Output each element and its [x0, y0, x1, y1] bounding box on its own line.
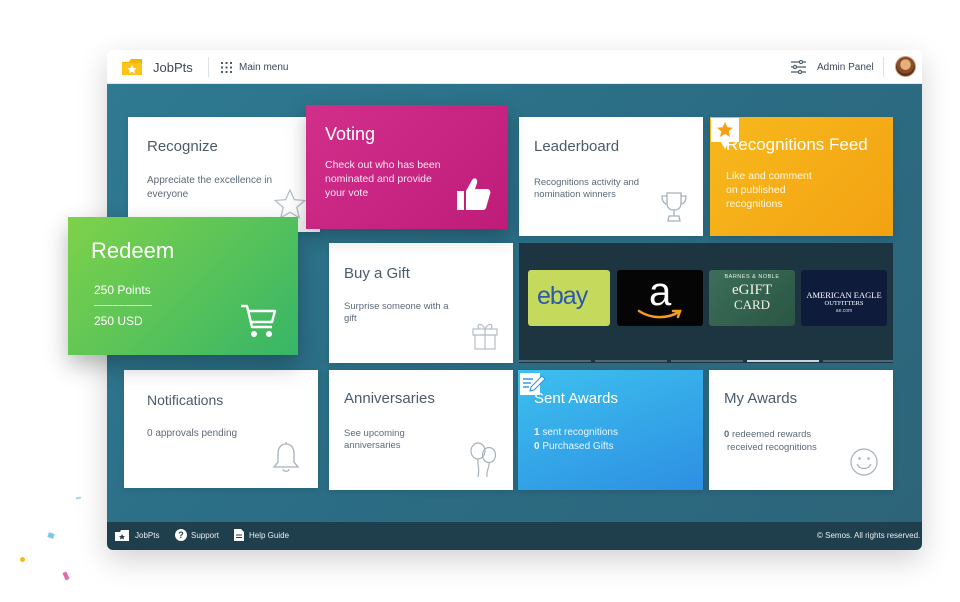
- divider: [883, 57, 884, 77]
- bell-icon: [272, 442, 300, 472]
- help-guide-link[interactable]: Help Guide: [249, 531, 289, 540]
- buy-gift-card[interactable]: Buy a Gift Surprise someone with a gift: [329, 243, 513, 363]
- card-title: Voting: [325, 124, 376, 144]
- my-awards-card[interactable]: My Awards 0 redeemed rewards received re…: [709, 370, 893, 490]
- barnes-noble-gift-card[interactable]: BARNES & NOBLE eGIFT CARD: [709, 270, 795, 326]
- ae-outfitters-text: OUTFITTERS: [824, 300, 864, 307]
- thumbs-up-icon: [457, 178, 491, 210]
- support-link[interactable]: Support: [191, 531, 219, 540]
- trophy-icon: [661, 192, 687, 222]
- received-recognitions-stat: received recognitions: [727, 442, 817, 453]
- bn-brand-text: BARNES & NOBLE: [724, 274, 780, 280]
- redeemed-count: 0: [724, 429, 730, 440]
- gift-icon: [472, 323, 498, 350]
- admin-panel-button[interactable]: Admin Panel: [817, 62, 874, 73]
- divider: [94, 305, 152, 306]
- card-title: Leaderboard: [534, 138, 620, 155]
- carousel-indicator[interactable]: [823, 360, 893, 362]
- confetti-piece: [47, 532, 55, 539]
- purchased-count: 0: [534, 441, 540, 452]
- notifications-card[interactable]: Notifications 0 approvals pending: [124, 370, 318, 488]
- card-description: Appreciate the excellence in everyone: [147, 175, 273, 200]
- voting-card[interactable]: Voting Check out who has been nominated …: [306, 105, 508, 229]
- avatar[interactable]: [895, 56, 916, 77]
- carousel-indicator[interactable]: [671, 360, 743, 362]
- card-description: Recognitions activity and nomination win…: [534, 177, 640, 200]
- card-description: Surprise someone with a gift: [344, 301, 449, 324]
- sent-recognitions-stat: 1 sent recognitions: [534, 427, 618, 438]
- carousel-indicator-active[interactable]: [747, 360, 819, 362]
- ebay-gift-card[interactable]: ebay: [528, 270, 610, 326]
- usd-balance: 250 USD: [94, 314, 143, 328]
- redeem-card[interactable]: Redeem 250 Points 250 USD: [68, 217, 298, 355]
- card-title: Recognize: [147, 138, 218, 155]
- ae-brand-text: AMERICAN EAGLE: [806, 290, 882, 300]
- leaderboard-card[interactable]: Leaderboard Recognitions activity and no…: [519, 117, 703, 236]
- help-circle-icon: ?: [175, 529, 187, 541]
- card-title: Notifications: [147, 392, 224, 408]
- card-description: Check out who has been nominated and pro…: [325, 159, 441, 199]
- cart-icon: [241, 304, 277, 337]
- grid-menu-icon[interactable]: [221, 62, 232, 73]
- recognize-card[interactable]: Recognize Appreciate the excellence in e…: [128, 117, 320, 232]
- svg-text:?: ?: [178, 530, 184, 540]
- smiley-icon: [850, 448, 878, 476]
- card-title: Anniversaries: [344, 390, 435, 407]
- card-description: Like and comment on published recognitio…: [726, 170, 812, 210]
- document-icon: [234, 529, 244, 541]
- card-title: Redeem: [91, 238, 175, 263]
- sent-label: sent recognitions: [542, 427, 618, 438]
- card-description: See upcoming anniversaries: [344, 428, 405, 451]
- redeemed-label: redeemed rewards: [731, 429, 812, 440]
- card-title: Recognitions Feed: [726, 135, 868, 154]
- sent-awards-card[interactable]: Sent Awards 1 sent recognitions 0 Purcha…: [518, 370, 703, 490]
- sent-count: 1: [534, 427, 540, 438]
- copyright-text: © Semos. All rights reserved.: [817, 531, 921, 540]
- amazon-gift-card[interactable]: a: [617, 270, 703, 326]
- recognitions-feed-card[interactable]: Recognitions Feed Like and comment on pu…: [710, 117, 893, 236]
- american-eagle-gift-card[interactable]: AMERICAN EAGLE OUTFITTERS ae.com: [801, 270, 887, 326]
- bn-card-text: CARD: [733, 297, 771, 312]
- top-bar: JobPts Main menu Admin Panel: [107, 50, 922, 84]
- gift-cards-carousel[interactable]: ebay a BARNES & NOBLE eGIFT CARD AMERICA…: [519, 243, 893, 363]
- anniversaries-card[interactable]: Anniversaries See upcoming anniversaries: [329, 370, 513, 490]
- divider: [208, 57, 209, 77]
- card-title: Sent Awards: [534, 390, 618, 407]
- points-balance: 250 Points: [94, 283, 151, 297]
- card-title: Buy a Gift: [344, 265, 410, 282]
- carousel-indicator[interactable]: [519, 360, 591, 362]
- confetti-piece: [75, 496, 82, 500]
- app-title[interactable]: JobPts: [153, 60, 193, 75]
- purchased-gifts-stat: 0 Purchased Gifts: [534, 441, 614, 452]
- confetti-piece: [62, 571, 70, 581]
- star-outline-icon: [274, 189, 306, 219]
- redeemed-rewards-stat: 0 redeemed rewards: [724, 428, 811, 442]
- amazon-smile-icon: [637, 309, 682, 319]
- confetti-piece: [20, 557, 25, 562]
- purchased-label: Purchased Gifts: [542, 441, 614, 452]
- ae-url-text: ae.com: [835, 308, 853, 314]
- card-title: My Awards: [724, 390, 798, 407]
- card-description: 0 approvals pending: [147, 428, 238, 439]
- footer-logo-icon: [115, 530, 129, 541]
- balloons-icon: [470, 442, 497, 478]
- ebay-logo-text: ebay: [537, 282, 588, 310]
- footer: JobPts ? Support Help Guide © Semos. All…: [107, 522, 922, 550]
- logo-icon[interactable]: [121, 57, 143, 77]
- carousel-indicator[interactable]: [595, 360, 667, 362]
- main-menu-button[interactable]: Main menu: [239, 62, 288, 73]
- footer-brand[interactable]: JobPts: [135, 531, 159, 540]
- sliders-icon[interactable]: [791, 60, 806, 74]
